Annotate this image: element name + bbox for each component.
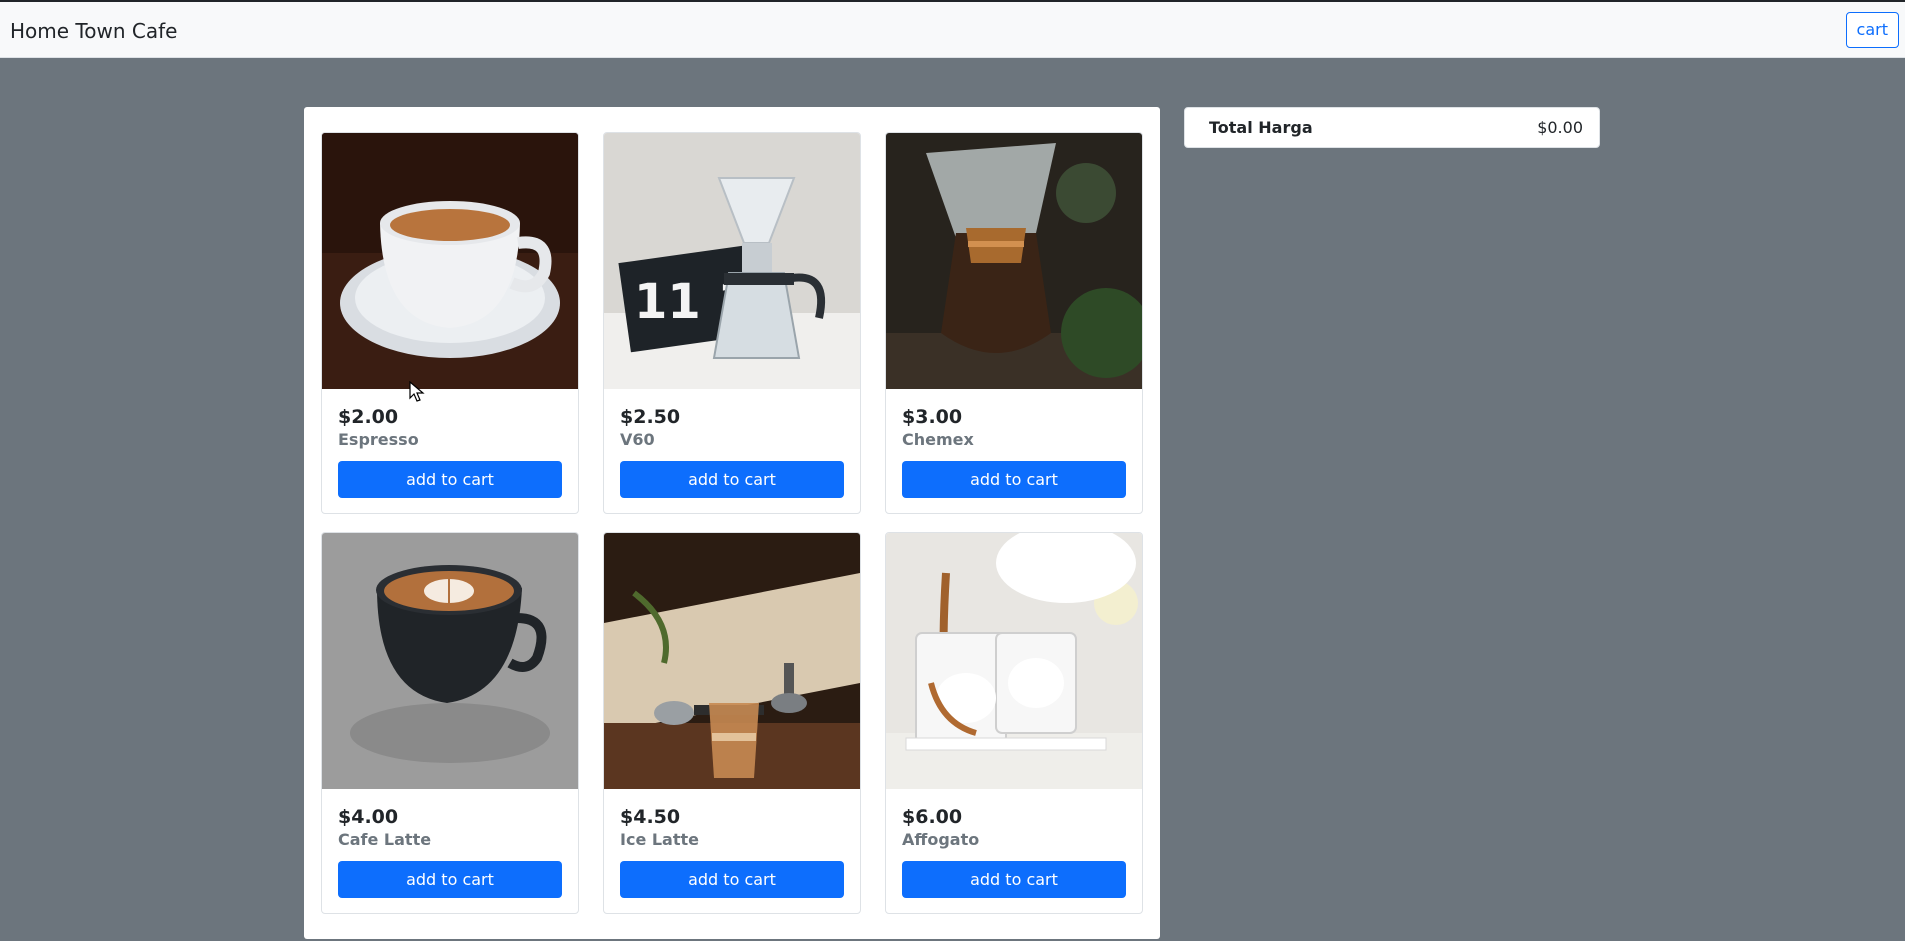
navbar: Home Town Cafe cart (0, 2, 1905, 58)
product-card-v60: 11 14 $2.50 V60 add to cart (603, 132, 861, 514)
espresso-photo (322, 133, 578, 389)
product-name: Chemex (902, 430, 974, 449)
products-panel: $2.00 Espresso add to cart 11 14 $2.50 V… (304, 107, 1160, 939)
product-name: Ice Latte (620, 830, 699, 849)
product-card-espresso: $2.00 Espresso add to cart (321, 132, 579, 514)
add-to-cart-button[interactable]: add to cart (620, 461, 844, 498)
product-name: Cafe Latte (338, 830, 432, 849)
affogato-photo (886, 533, 1142, 789)
add-to-cart-button[interactable]: add to cart (902, 461, 1126, 498)
product-card-ice-latte: $4.50 Ice Latte add to cart (603, 532, 861, 914)
add-to-cart-button[interactable]: add to cart (338, 861, 562, 898)
product-grid: $2.00 Espresso add to cart 11 14 $2.50 V… (321, 132, 1143, 914)
product-price: $4.50 (620, 806, 681, 828)
product-name: Espresso (338, 430, 419, 449)
product-price: $6.00 (902, 806, 963, 828)
add-to-cart-button[interactable]: add to cart (902, 861, 1126, 898)
cart-button[interactable]: cart (1845, 12, 1899, 48)
product-price: $4.00 (338, 806, 399, 828)
ice-latte-photo (604, 533, 860, 789)
mouse-cursor-icon (409, 381, 425, 402)
total-label: Total Harga (1209, 118, 1313, 137)
cafe-latte-photo (322, 533, 578, 789)
v60-photo: 11 14 (604, 133, 860, 389)
product-name: V60 (620, 430, 655, 449)
total-value: $0.00 (1537, 118, 1583, 137)
product-card-chemex: $3.00 Chemex add to cart (885, 132, 1143, 514)
product-name: Affogato (902, 830, 980, 849)
product-card-affogato: $6.00 Affogato add to cart (885, 532, 1143, 914)
add-to-cart-button[interactable]: add to cart (620, 861, 844, 898)
product-price: $3.00 (902, 406, 963, 428)
product-price: $2.50 (620, 406, 681, 428)
brand-title[interactable]: Home Town Cafe (10, 19, 177, 43)
add-to-cart-button[interactable]: add to cart (338, 461, 562, 498)
product-price: $2.00 (338, 406, 399, 428)
chemex-photo (886, 133, 1142, 389)
product-card-cafe-latte: $4.00 Cafe Latte add to cart (321, 532, 579, 914)
cart-total-summary: Total Harga $0.00 (1184, 107, 1600, 148)
